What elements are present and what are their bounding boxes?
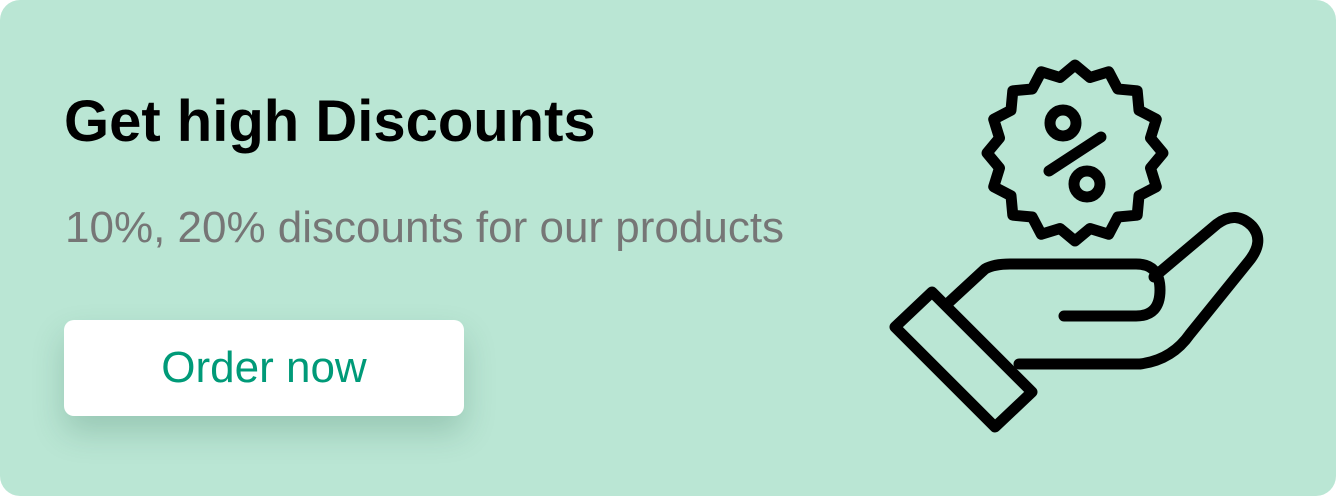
percent-icon (1043, 104, 1107, 203)
banner-title: Get high Discounts (64, 89, 596, 154)
open-hand-icon (889, 212, 1264, 433)
order-now-button[interactable]: Order now (64, 320, 464, 416)
hand-holding-discount-badge-icon (889, 59, 1264, 433)
discount-banner: Get high Discounts 10%, 20% discounts fo… (0, 0, 1336, 496)
banner-subtitle: 10%, 20% discounts for our products (65, 203, 785, 252)
